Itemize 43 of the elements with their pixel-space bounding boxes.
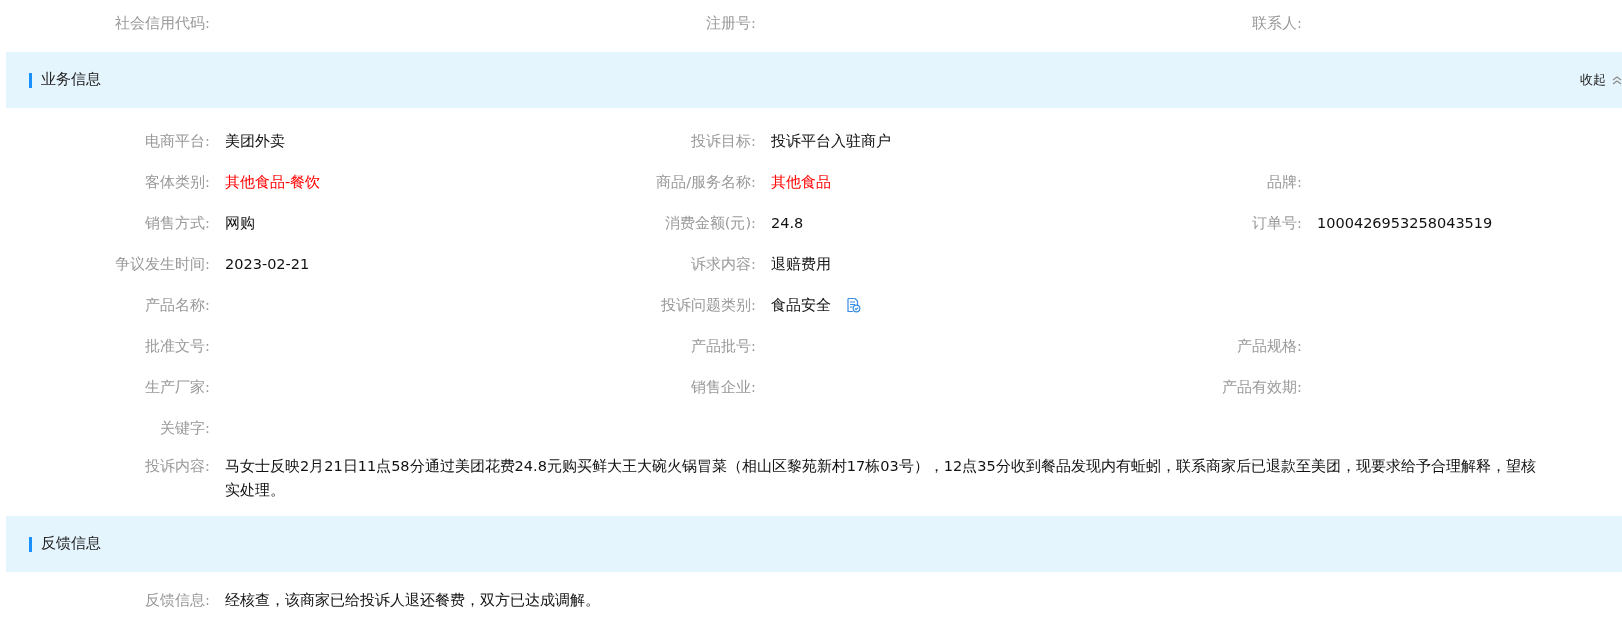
field-value: 退赔费用 (771, 254, 831, 274)
field-value: 24.8 (771, 213, 804, 233)
field-label: 销售方式: (144, 213, 211, 233)
field-label: 投诉目标: (690, 131, 757, 151)
field-label: 诉求内容: (690, 254, 757, 274)
field-label: 争议发生时间: (114, 254, 211, 274)
field-label: 投诉问题类别: (660, 295, 757, 315)
field-value: 1000426953258043519 (1317, 213, 1493, 233)
field-value: 其他食品-餐饮 (225, 172, 321, 192)
field-label: 联系人: (1251, 13, 1303, 33)
accent-bar (29, 72, 32, 88)
field-label: 产品批号: (690, 336, 757, 356)
field-label: 生产厂家: (144, 377, 211, 397)
field-label: 批准文号: (144, 336, 211, 356)
field-value: 其他食品 (771, 172, 831, 192)
field-label: 注册号: (705, 13, 757, 33)
field-label: 商品/服务名称: (655, 172, 757, 192)
field-label: 产品有效期: (1221, 377, 1303, 397)
field-value: 投诉平台入驻商户 (771, 131, 891, 151)
document-check-icon[interactable] (845, 296, 861, 313)
field-value: 网购 (225, 213, 255, 233)
collapse-link[interactable]: 收起 (1580, 70, 1622, 90)
field-label: 产品规格: (1236, 336, 1303, 356)
field-value: 食品安全 (771, 295, 831, 315)
field-label: 电商平台: (144, 131, 211, 151)
field-value: 经核查，该商家已给投诉人退还餐费，双方已达成调解。 (225, 591, 600, 610)
accent-bar (29, 536, 32, 552)
field-label: 消费金额(元): (663, 213, 757, 233)
double-chevron-up-icon (1612, 75, 1622, 85)
field-label: 客体类别: (144, 172, 211, 192)
field-label: 产品名称: (144, 295, 211, 315)
field-label: 品牌: (1266, 172, 1303, 192)
field-value: 2023-02-21 (225, 254, 310, 274)
section-title: 业务信息 (41, 70, 101, 90)
field-value: 美团外卖 (225, 131, 285, 151)
field-label: 关键字: (159, 418, 211, 438)
field-label: 反馈信息: (144, 591, 211, 610)
field-label: 销售企业: (690, 377, 757, 397)
field-label: 订单号: (1251, 213, 1303, 233)
field-value: 马女士反映2月21日11点58分通过美团花费24.8元购买鲜大王大碗火锅冒菜（相山区黎苑新村17栋03号），12点35分收到餐品发现内有蚯蚓，联系商家后已退款至美团，现要求给予合理解释，望核实处理。 (225, 457, 1537, 500)
field-label: 投诉内容: (144, 457, 211, 476)
section-title: 反馈信息 (41, 534, 101, 554)
field-label: 社会信用代码: (114, 13, 211, 33)
